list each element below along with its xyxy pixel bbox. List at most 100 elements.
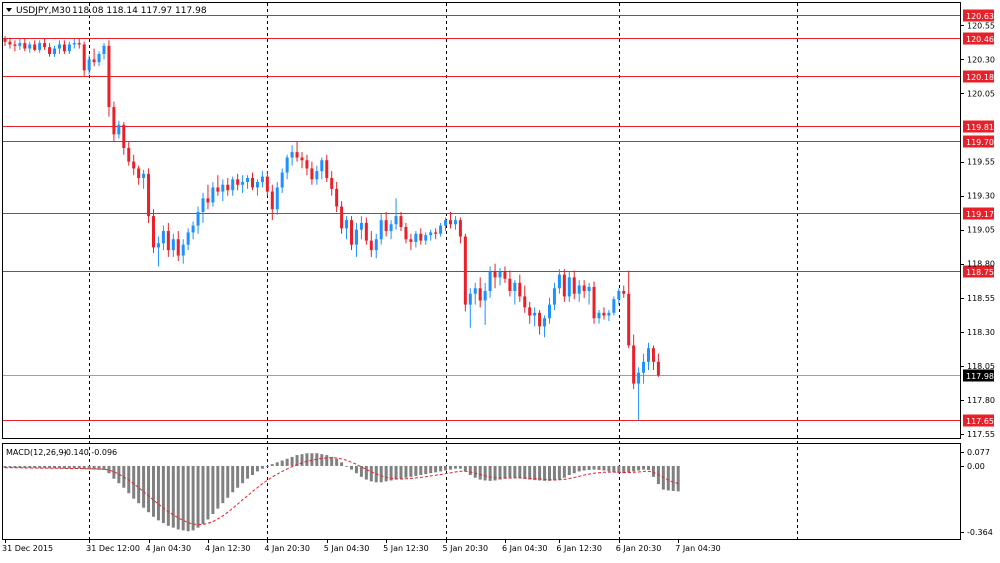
candle-body: [617, 290, 621, 300]
candle-body: [632, 345, 636, 384]
candle-body: [315, 171, 319, 180]
candle-body: [290, 152, 294, 158]
macd-bar: [270, 464, 274, 466]
symbol-label: USDJPY,M30: [16, 6, 71, 16]
candle-body: [538, 312, 542, 327]
candle: [463, 233, 467, 312]
macd-bar: [518, 465, 522, 479]
ohlc-readout: 118.08 118.14 117.97 117.98: [72, 6, 207, 16]
price-tick-label: 120.05: [967, 89, 995, 98]
candle-body: [43, 43, 47, 48]
candle-body: [330, 177, 334, 189]
time-tick-label: 7 Jan 04:30: [675, 544, 721, 553]
macd-bar: [508, 465, 512, 478]
macd-bar: [345, 465, 349, 467]
macd-bar: [191, 465, 195, 531]
macd-bar: [612, 465, 616, 473]
candle-body: [117, 124, 121, 135]
macd-label: MACD(12,26,9): [6, 448, 67, 457]
price-tick-label: 118.55: [967, 294, 995, 303]
candle-body: [533, 312, 537, 316]
macd-bar: [310, 453, 314, 466]
candle-body: [622, 290, 626, 294]
candle-body: [23, 43, 27, 49]
candle-body: [3, 39, 7, 42]
macd-bar: [572, 465, 576, 474]
macd-bar: [528, 465, 532, 480]
candle-body: [127, 147, 131, 162]
candle-body: [171, 239, 175, 251]
chart-window[interactable]: 120.63 120.46 120.18 119.81 119.70 119.17 118.…: [0, 0, 1000, 559]
price-tick-label: 117.80: [967, 396, 995, 405]
candle-body: [627, 293, 631, 346]
candle-body: [241, 182, 245, 185]
macd-bar: [409, 465, 413, 477]
candle-body: [196, 211, 200, 226]
candle-body: [62, 44, 66, 52]
time-tick-label: 4 Jan 20:30: [264, 544, 310, 553]
price-level-label: 119.70: [966, 138, 994, 147]
macd-bar: [414, 465, 418, 476]
macd-bar: [632, 465, 636, 472]
macd-bar: [483, 465, 487, 481]
current-price-label: 117.98: [966, 372, 994, 381]
candle-body: [152, 216, 155, 248]
candle-body: [132, 161, 136, 169]
candle-body: [48, 47, 52, 54]
candle-body: [38, 43, 42, 50]
candle-body: [161, 231, 165, 244]
candle-body: [473, 288, 477, 294]
macd-bar: [637, 465, 641, 471]
candle-body: [325, 160, 329, 178]
macd-bar: [567, 465, 571, 476]
macd-bar: [340, 462, 344, 466]
macd-bar: [463, 465, 467, 472]
chart-canvas[interactable]: 120.63 120.46 120.18 119.81 119.70 119.17 118.…: [0, 0, 1000, 559]
candle-body: [255, 182, 259, 188]
candle-body: [87, 59, 91, 71]
macd-bar: [221, 465, 225, 504]
candle-body: [354, 229, 358, 245]
candle-body: [176, 239, 180, 256]
candle-body: [295, 152, 299, 158]
macd-bar: [236, 465, 240, 488]
macd-bar: [434, 465, 438, 473]
macd-bar: [166, 465, 170, 526]
macd-bar: [354, 465, 358, 474]
time-tick-label: 5 Jan 20:30: [443, 544, 489, 553]
candle-body: [488, 271, 492, 291]
macd-bar: [503, 465, 507, 479]
macd-bar: [419, 465, 423, 476]
macd-bar: [320, 454, 324, 466]
macd-bar: [206, 465, 210, 520]
price-level-label: 118.75: [966, 268, 994, 277]
price-tick-label: 120.30: [967, 55, 995, 64]
candle-body: [147, 173, 151, 217]
price-level-label: 120.63: [966, 12, 994, 21]
macd-bar: [211, 465, 215, 515]
candle-body: [92, 59, 96, 63]
candle-body: [637, 372, 641, 384]
candle-body: [651, 348, 655, 362]
candle-body: [399, 216, 403, 227]
candle-body: [206, 198, 210, 203]
candle-body: [191, 225, 195, 233]
macd-values: -0.140 -0.096: [63, 448, 117, 457]
macd-tick-label: -0.364: [967, 528, 993, 537]
macd-bar: [557, 465, 561, 480]
candle-body: [592, 286, 596, 319]
macd-bar: [255, 465, 259, 472]
time-tick-label: 31 Dec 12:00: [86, 544, 140, 553]
candle-body: [607, 312, 611, 316]
candle-body: [449, 220, 452, 225]
candle-body: [285, 157, 289, 173]
macd-bar: [478, 465, 482, 480]
macd-bar: [241, 465, 245, 484]
candle-body: [508, 278, 512, 291]
macd-bar: [562, 465, 566, 478]
macd-bar: [290, 456, 294, 466]
candle-body: [453, 220, 457, 225]
candle-body: [8, 41, 12, 45]
price-tick-label: 119.05: [967, 226, 995, 235]
macd-bar: [458, 465, 462, 469]
